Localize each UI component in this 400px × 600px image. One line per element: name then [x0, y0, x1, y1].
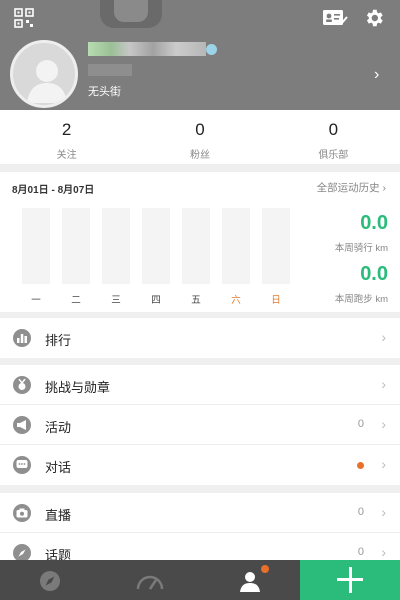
menu-item-live[interactable]: 直播 0 › [0, 493, 400, 533]
stat-clubs[interactable]: 0 俱乐部 [267, 110, 400, 164]
follow-stats: 2 关注 0 粉丝 0 俱乐部 [0, 110, 400, 164]
running-distance-label: 本周跑步 km [334, 294, 388, 305]
add-button[interactable] [300, 560, 400, 600]
stat-value: 2 [61, 120, 72, 139]
day-bar [22, 208, 50, 284]
menu-item-ranking[interactable]: 排行 › [0, 318, 400, 358]
menu-item-conversations[interactable]: 对话 › [0, 445, 400, 485]
profile-header: 无头街 › [0, 0, 400, 110]
day-bar [142, 208, 170, 284]
weekday-label: 三 [111, 295, 121, 306]
stat-label: 粉丝 [189, 150, 210, 161]
chevron-right-icon: › [381, 416, 386, 432]
id-card-icon[interactable] [322, 8, 348, 28]
compass-tab-icon [40, 571, 60, 591]
cycling-distance-value: 0.0 [360, 212, 388, 234]
settings-gear-icon[interactable] [363, 7, 385, 29]
chevron-right-icon: › [381, 329, 386, 345]
avatar[interactable] [10, 40, 78, 108]
stat-value: 0 [328, 120, 339, 139]
menu-item-label: 直播 [45, 508, 72, 523]
user-subtitle-blurred [88, 64, 132, 76]
running-distance-value: 0.0 [360, 263, 388, 285]
menu-item-label: 排行 [45, 333, 72, 348]
day-bar [182, 208, 210, 284]
menu-item-label: 对话 [45, 460, 72, 475]
username-blurred [88, 42, 206, 56]
weekday-label: 一 [31, 295, 41, 306]
weekday-label: 五 [191, 295, 201, 306]
weekday-label: 六 [231, 295, 241, 306]
menu-item-challenges[interactable]: 挑战与勋章 › [0, 365, 400, 405]
week-date-range: 8月01日 - 8月07日 [12, 185, 95, 196]
chevron-right-icon: › [381, 456, 386, 472]
stat-value: 0 [195, 120, 205, 139]
weekday-label: 日 [271, 295, 281, 306]
tab-record[interactable] [100, 560, 200, 600]
day-bar [222, 208, 250, 284]
day-bar [62, 208, 90, 284]
weekly-activity-card: 8月01日 - 8月07日 全部运动历史 › 一 二 三 四 五 六 日 0.0… [0, 172, 400, 312]
all-history-link[interactable]: 全部运动历史 › [317, 180, 386, 195]
weekday-labels: 一 二 三 四 五 六 日 [22, 292, 292, 306]
bottom-tab-bar [0, 560, 400, 600]
plus-icon [348, 567, 352, 593]
chat-icon [13, 456, 31, 474]
notification-badge [261, 565, 269, 573]
topics-count: 0 [357, 546, 364, 558]
day-bar [102, 208, 130, 284]
default-avatar-icon [27, 60, 67, 103]
profile-chevron-icon[interactable]: › [374, 66, 379, 84]
weekday-label: 四 [151, 295, 161, 306]
weekday-label: 二 [71, 295, 81, 306]
live-count: 0 [357, 506, 364, 518]
day-bar [262, 208, 290, 284]
social-group: 挑战与勋章 › 活动 0 › 对话 › [0, 365, 400, 485]
user-icon [240, 572, 260, 592]
tab-discover[interactable] [0, 560, 100, 600]
menu-item-activities[interactable]: 活动 0 › [0, 405, 400, 445]
ranking-group: 排行 › [0, 318, 400, 358]
stat-label: 关注 [56, 150, 77, 161]
stat-label: 俱乐部 [318, 150, 349, 161]
medal-icon [13, 376, 31, 394]
speedometer-icon [136, 575, 164, 590]
camera-icon [13, 504, 31, 522]
menu-item-label: 挑战与勋章 [45, 380, 111, 395]
unread-dot [357, 462, 364, 469]
menu-item-label: 活动 [45, 420, 72, 435]
user-nickname: 无头街 [88, 86, 121, 98]
tab-profile[interactable] [200, 560, 300, 600]
stat-following[interactable]: 2 关注 [0, 110, 133, 164]
verified-icon [206, 44, 217, 55]
app-logo [100, 0, 162, 28]
chevron-right-icon: › [381, 504, 386, 520]
activities-count: 0 [357, 418, 364, 430]
cycling-distance-label: 本周骑行 km [334, 243, 388, 254]
chevron-right-icon: › [381, 544, 386, 560]
weekly-bars [22, 208, 292, 284]
megaphone-icon [13, 416, 31, 434]
bar-chart-icon [13, 329, 31, 347]
stat-followers[interactable]: 0 粉丝 [133, 110, 266, 164]
qr-code-icon[interactable] [14, 8, 34, 28]
chevron-right-icon: › [381, 376, 386, 392]
